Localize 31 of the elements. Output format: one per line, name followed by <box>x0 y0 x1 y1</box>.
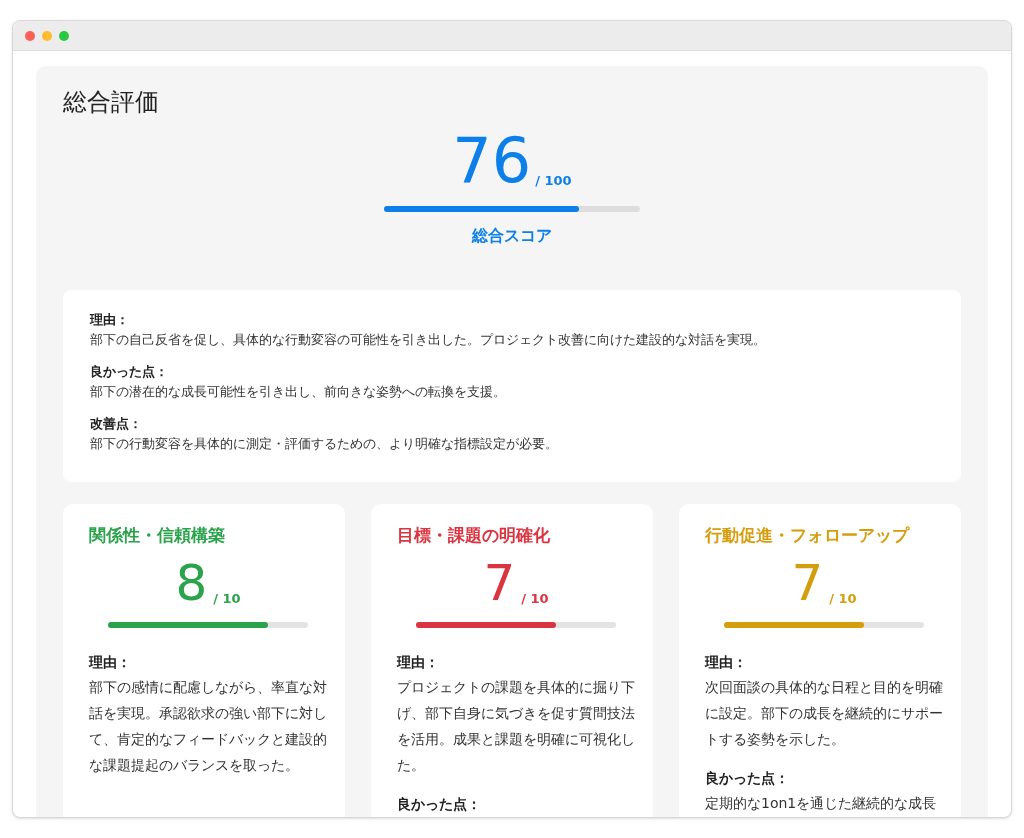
overall-score: 76 <box>452 126 532 196</box>
section-text: プロジェクトの課題を具体的に掘り下げ、部下自身に気づきを促す質問技法を活用。成果と課題を明確に可視化した。 <box>397 678 636 775</box>
section-text: 定期的な1on1を通じた継続的な成長 <box>705 794 938 813</box>
section-heading: 良かった点： <box>705 769 790 788</box>
section-heading: 良かった点： <box>90 363 169 381</box>
section-text: 次回面談の具体的な日程と目的を明確に設定。部下の成長を継続的にサポートする姿勢を示した。 <box>705 678 944 749</box>
section-heading: 理由： <box>90 311 130 329</box>
close-icon[interactable] <box>25 30 35 41</box>
score-max: / 100 <box>535 171 572 190</box>
category-score: 7 <box>483 554 516 612</box>
section-heading: 改善点： <box>90 415 143 433</box>
category-score: 8 <box>175 554 208 612</box>
section-heading: 理由： <box>705 653 748 672</box>
section-heading: 理由： <box>89 653 132 672</box>
category-title: 関係性・信頼構築 <box>89 524 226 547</box>
section-heading: 理由： <box>397 653 440 672</box>
minimize-icon[interactable] <box>42 30 52 41</box>
section-text: 部下の行動変容を具体的に測定・評価するための、より明確な指標設定が必要。 <box>90 435 559 453</box>
category-title: 行動促進・フォローアップ <box>705 524 911 547</box>
section-text: 部下の自己反省を促し、具体的な行動変容の可能性を引き出した。プロジェクト改善に向けた建設的な対話を実現。 <box>90 331 767 349</box>
section-title: 総合評価 <box>63 87 160 118</box>
maximize-icon[interactable] <box>59 30 69 41</box>
section-heading: 良かった点： <box>397 795 482 814</box>
section-text: 部下の潜在的な成長可能性を引き出し、前向きな姿勢への転換を支援。 <box>90 383 507 401</box>
score-label: 総合スコア <box>472 225 552 247</box>
score-max: / 10 <box>213 589 241 608</box>
score-max: / 10 <box>521 589 549 608</box>
score-max: / 10 <box>829 589 857 608</box>
category-title: 目標・課題の明確化 <box>397 524 551 547</box>
section-text: 部下の感情に配慮しながら、率直な対話を実現。承認欲求の強い部下に対して、肯定的なフィードバックと建設的な課題提起のバランスを取った。 <box>89 678 328 775</box>
category-score: 7 <box>791 554 824 612</box>
